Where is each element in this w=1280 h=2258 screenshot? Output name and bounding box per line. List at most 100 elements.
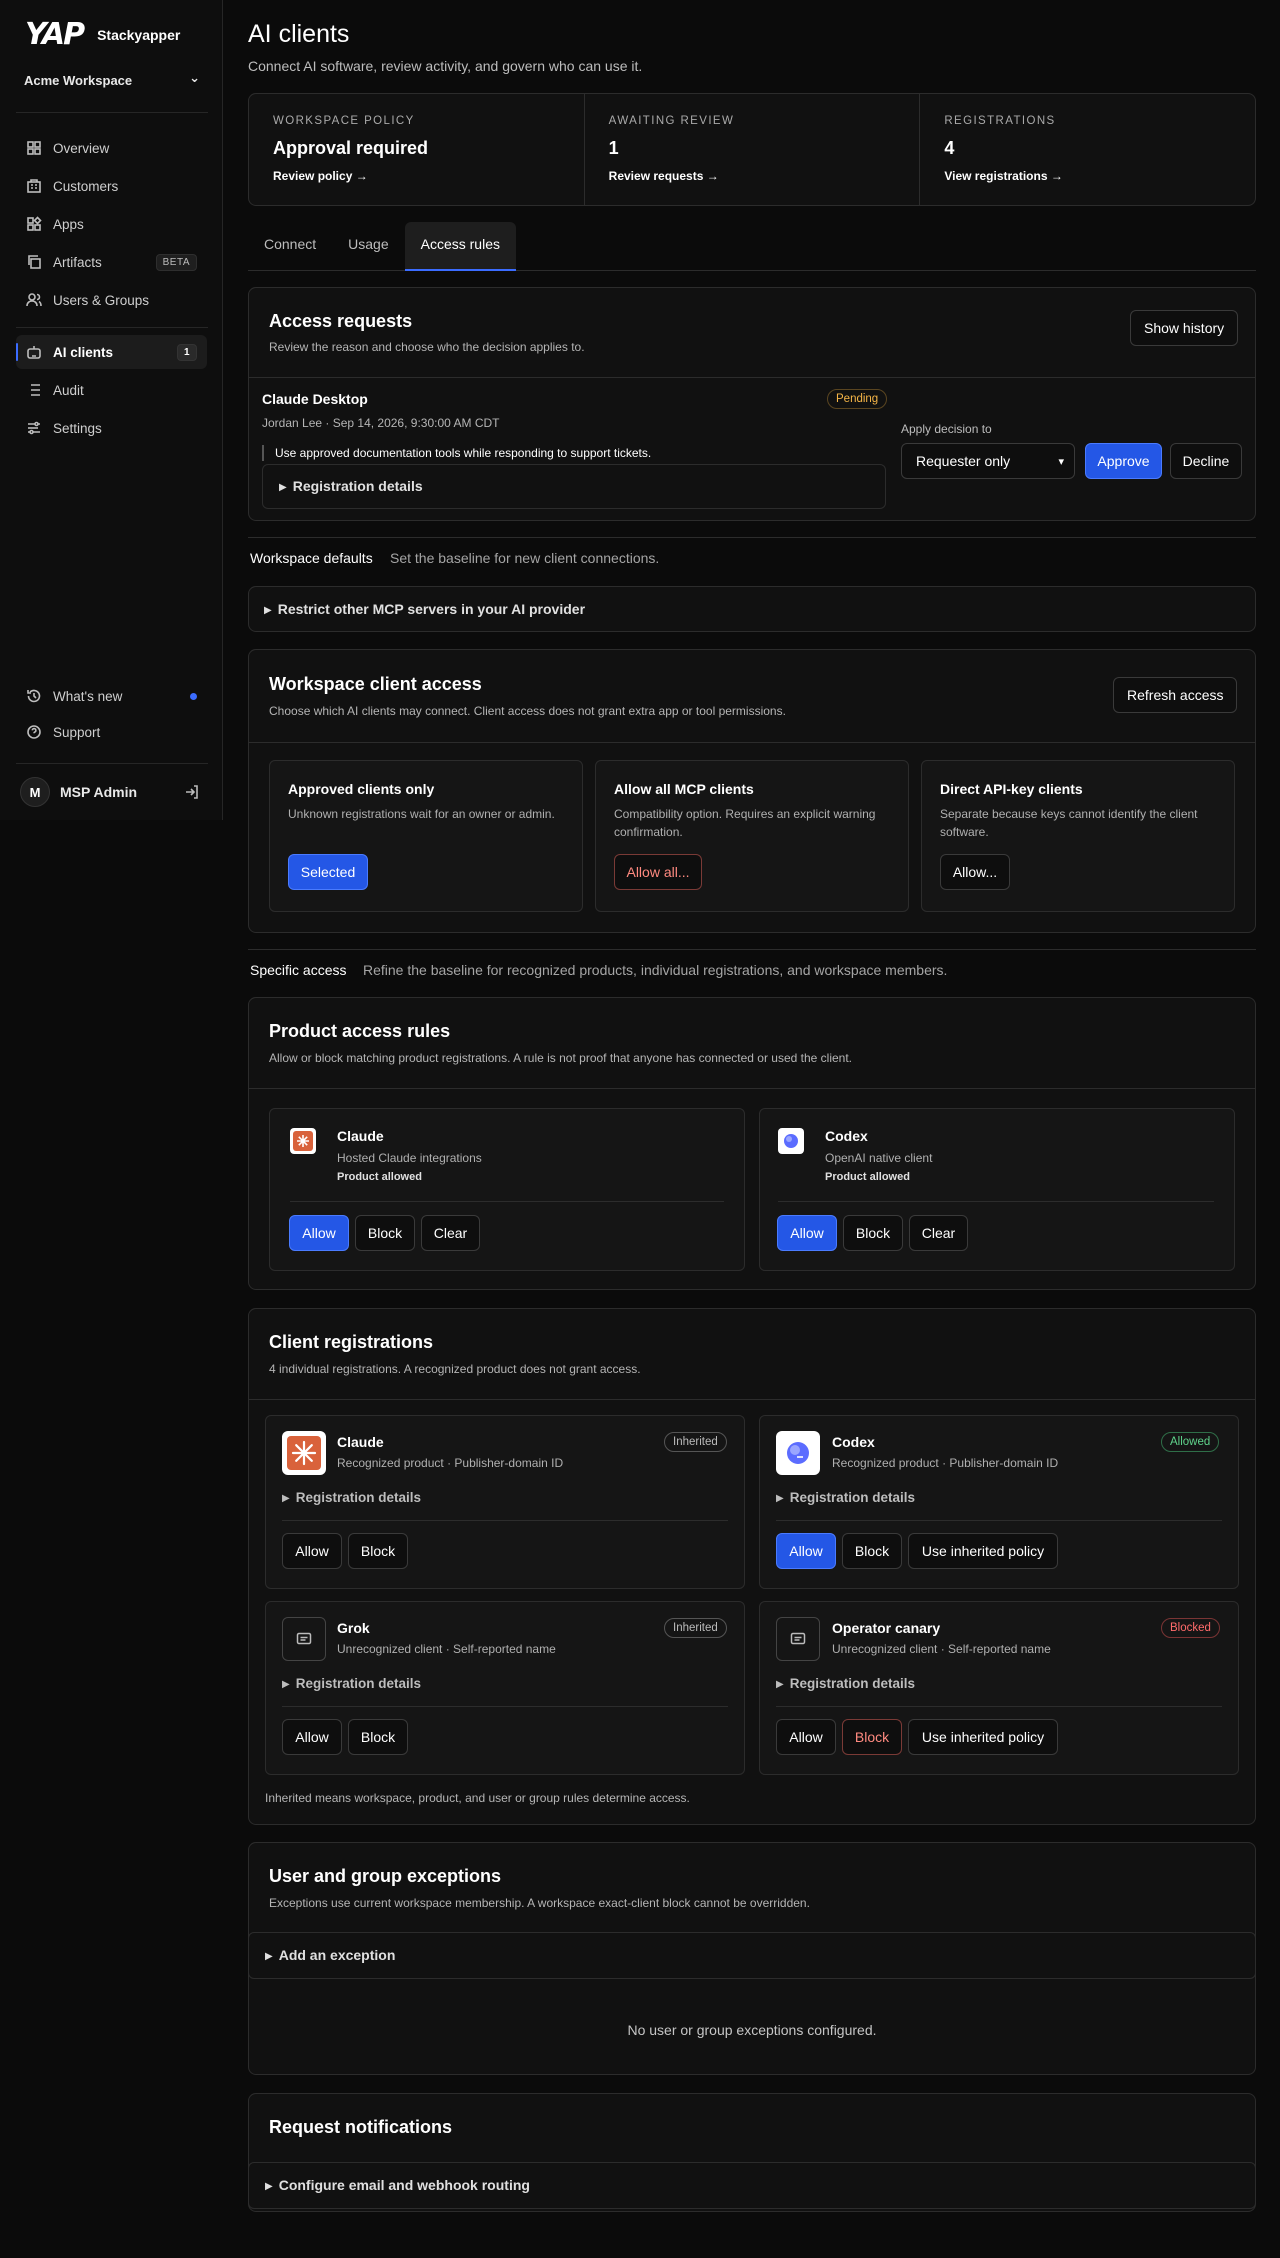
brand[interactable]: YAP Stackyapper <box>25 20 180 50</box>
request-meta: Jordan Lee · Sep 14, 2026, 9:30:00 AM CD… <box>262 416 500 430</box>
registration-details-toggle[interactable]: ▶ Registration details <box>776 1676 915 1691</box>
sidebar-item-label: AI clients <box>53 344 114 360</box>
sign-out-icon[interactable] <box>184 784 200 800</box>
divider <box>249 1088 1255 1089</box>
sidebar-item-customers[interactable]: Customers <box>16 169 207 203</box>
sidebar-item-overview[interactable]: Overview <box>16 131 207 165</box>
allow-button[interactable]: Allow <box>289 1215 349 1251</box>
request-notifications-section: Request notifications ▶ Configure email a… <box>248 2093 1256 2212</box>
add-exception-disclosure[interactable]: ▶ Add an exception <box>248 1932 1256 1979</box>
block-button[interactable]: Block <box>843 1215 903 1251</box>
sidebar-divider <box>16 327 208 328</box>
allow-button[interactable]: Allow <box>282 1533 342 1569</box>
clear-button[interactable]: Clear <box>909 1215 968 1251</box>
section-title: Access requests <box>269 311 413 331</box>
option-title: Allow all MCP clients <box>614 781 754 797</box>
decline-button[interactable]: Decline <box>1170 443 1242 479</box>
section-title: Workspace client access <box>269 674 482 694</box>
sidebar-item-label: Users & Groups <box>53 292 150 308</box>
block-button[interactable]: Block <box>842 1533 902 1569</box>
restrict-mcp-toggle[interactable]: ▶ Restrict other MCP servers in your AI p… <box>264 601 585 617</box>
review-policy-link[interactable]: Review policy → <box>273 169 560 183</box>
product-status: Product allowed <box>825 1171 910 1183</box>
review-requests-link[interactable]: Review requests → <box>609 169 896 183</box>
tab-access-rules[interactable]: Access rules <box>404 222 516 271</box>
registration-name: Grok <box>337 1620 370 1636</box>
divider <box>776 1706 1222 1707</box>
refresh-access-button[interactable]: Refresh access <box>1113 677 1238 713</box>
option-allow-all-mcp-clients[interactable]: Allow all MCP clients Compatibility opti… <box>595 760 909 912</box>
stat-awaiting-review: Awaiting review 1 Review requests → <box>585 94 921 205</box>
triangle-right-icon: ▶ <box>264 605 272 616</box>
product-description: Hosted Claude integrations <box>337 1151 482 1165</box>
registration-details-toggle[interactable]: ▶ Registration details <box>776 1490 915 1505</box>
use-inherited-policy-button[interactable]: Use inherited policy <box>908 1719 1058 1755</box>
tab-connect[interactable]: Connect <box>248 222 332 271</box>
sidebar-item-users-groups[interactable]: Users & Groups <box>16 283 207 317</box>
request-client-name: Claude Desktop <box>262 391 368 407</box>
allow-button[interactable]: Allow <box>282 1719 342 1755</box>
workspace-switcher[interactable]: Acme Workspace ⌄ <box>24 70 200 89</box>
configure-routing-disclosure[interactable]: ▶ Configure email and webhook routing <box>248 2162 1256 2209</box>
apply-decision-select[interactable]: Requester only ▾ <box>901 443 1075 479</box>
registration-codex: Codex Recognized product · Publisher-dom… <box>759 1415 1239 1589</box>
option-approved-clients-only[interactable]: Approved clients only Unknown registrati… <box>269 760 583 912</box>
restrict-mcp-disclosure[interactable]: ▶ Restrict other MCP servers in your AI p… <box>248 586 1256 632</box>
allow-button[interactable]: Allow <box>776 1719 836 1755</box>
workspace-client-access-section: Workspace client access Choose which AI … <box>248 649 1256 933</box>
registration-meta: Recognized product · Publisher-domain ID <box>337 1456 564 1470</box>
product-rule-codex: Codex OpenAI native client Product allow… <box>759 1108 1235 1271</box>
allow-all-button[interactable]: Allow all... <box>614 854 702 890</box>
product-status: Product allowed <box>337 1171 422 1183</box>
allow-button[interactable]: Allow <box>776 1533 836 1569</box>
tab-usage[interactable]: Usage <box>332 222 404 271</box>
chat-bubble-icon <box>282 1617 326 1661</box>
registration-details-toggle[interactable]: ▶ Registration details <box>282 1676 421 1691</box>
sidebar-item-apps[interactable]: Apps <box>16 207 207 241</box>
triangle-right-icon: ▶ <box>776 1493 784 1504</box>
apply-decision-label: Apply decision to <box>901 422 992 436</box>
add-exception-toggle[interactable]: ▶ Add an exception <box>265 1947 395 1963</box>
registration-details-disclosure[interactable]: ▶ Registration details <box>262 464 886 509</box>
copy-icon <box>28 255 41 269</box>
allow-button[interactable]: Allow <box>777 1215 837 1251</box>
option-direct-api-key-clients[interactable]: Direct API-key clients Separate because … <box>921 760 1235 912</box>
option-title: Approved clients only <box>288 781 435 797</box>
sidebar-item-artifacts[interactable]: Artifacts BETA <box>16 245 207 279</box>
codex-logo-icon <box>776 1431 820 1475</box>
view-registrations-link[interactable]: View registrations → <box>944 169 1231 183</box>
option-content: Approved clients only Unknown registrati… <box>288 781 564 823</box>
product-description: OpenAI native client <box>825 1151 933 1165</box>
sidebar-item-audit[interactable]: Audit <box>16 373 207 407</box>
stat-value: Approval required <box>273 138 429 158</box>
workspace-defaults-heading: Workspace defaults <box>250 550 373 566</box>
clear-button[interactable]: Clear <box>421 1215 480 1251</box>
configure-routing-toggle[interactable]: ▶ Configure email and webhook routing <box>265 2177 530 2193</box>
block-button[interactable]: Block <box>842 1719 902 1755</box>
selected-button[interactable]: Selected <box>288 854 368 890</box>
registration-details-toggle[interactable]: ▶ Registration details <box>282 1490 421 1505</box>
sidebar-item-support[interactable]: Support <box>16 715 207 749</box>
sidebar-item-settings[interactable]: Settings <box>16 411 207 445</box>
status-badge: Allowed <box>1161 1432 1220 1452</box>
request-reason: Use approved documentation tools while r… <box>262 445 651 461</box>
registration-details-toggle[interactable]: ▶ Registration details <box>279 478 423 494</box>
sidebar-item-whats-new[interactable]: What's new <box>16 679 207 713</box>
block-button[interactable]: Block <box>355 1215 415 1251</box>
history-icon <box>27 689 41 703</box>
building-icon <box>27 179 41 193</box>
block-button[interactable]: Block <box>348 1719 408 1755</box>
show-history-button[interactable]: Show history <box>1130 310 1239 346</box>
section-title: Product access rules <box>269 1021 451 1041</box>
user-name: MSP Admin <box>60 784 138 800</box>
divider <box>282 1520 728 1521</box>
sidebar-item-ai-clients[interactable]: AI clients 1 <box>16 335 207 369</box>
use-inherited-policy-button[interactable]: Use inherited policy <box>908 1533 1058 1569</box>
block-button[interactable]: Block <box>348 1533 408 1569</box>
sidebar-item-label: Audit <box>53 382 84 398</box>
count-badge: 1 <box>176 343 197 361</box>
approve-button[interactable]: Approve <box>1085 443 1162 479</box>
claude-logo-icon <box>282 1431 326 1475</box>
allow-api-key-button[interactable]: Allow... <box>940 854 1010 890</box>
user-menu[interactable]: M MSP Admin <box>20 777 200 807</box>
